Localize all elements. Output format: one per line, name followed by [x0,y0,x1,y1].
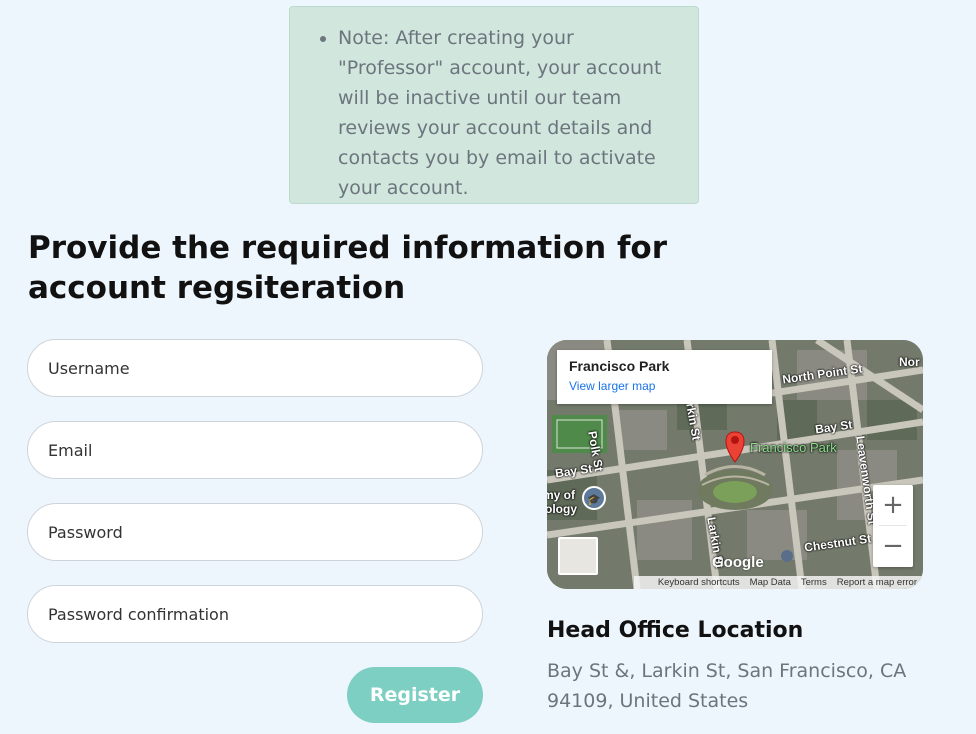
info-note: Note: After creating your "Professor" ac… [289,6,699,204]
google-logo: Google [712,554,764,571]
page-title: Provide the required information for acc… [28,230,668,306]
zoom-out-button[interactable]: − [873,526,913,566]
note-text: Note: After creating your "Professor" ac… [338,23,678,203]
report-map-error-link[interactable]: Report a map error [837,576,917,589]
map-footer: Keyboard shortcuts Map Data Terms Report… [634,576,923,589]
zoom-in-button[interactable]: + [873,485,913,525]
svg-text:🎓: 🎓 [587,493,601,506]
map-data-label: Map Data [749,577,791,588]
username-input[interactable] [27,339,483,397]
map-label-ology: ology [547,502,577,516]
note-list: Note: After creating your "Professor" ac… [290,7,698,203]
head-office-title: Head Office Location [547,618,804,643]
password-confirmation-input[interactable] [27,585,483,643]
map-place-name: Francisco Park [569,358,670,374]
view-larger-map-link[interactable]: View larger map [569,379,760,393]
embedded-map[interactable]: 🎓 North Point St Nor Bay St Francisco Pa… [547,340,923,589]
map-place-card: Francisco Park View larger map [557,350,772,404]
map-label-park: Francisco Park [750,440,837,455]
head-office-address: Bay St &, Larkin St, San Francisco, CA 9… [547,660,907,712]
terms-link[interactable]: Terms [801,576,827,589]
map-type-toggle[interactable] [558,537,598,575]
keyboard-shortcuts-link[interactable]: Keyboard shortcuts [658,576,740,589]
register-button[interactable]: Register [347,667,483,723]
map-zoom-controls: + − [873,485,913,567]
email-input[interactable] [27,421,483,479]
map-label-nor: Nor [899,355,920,369]
map-label-academy: my of [547,488,576,502]
password-input[interactable] [27,503,483,561]
